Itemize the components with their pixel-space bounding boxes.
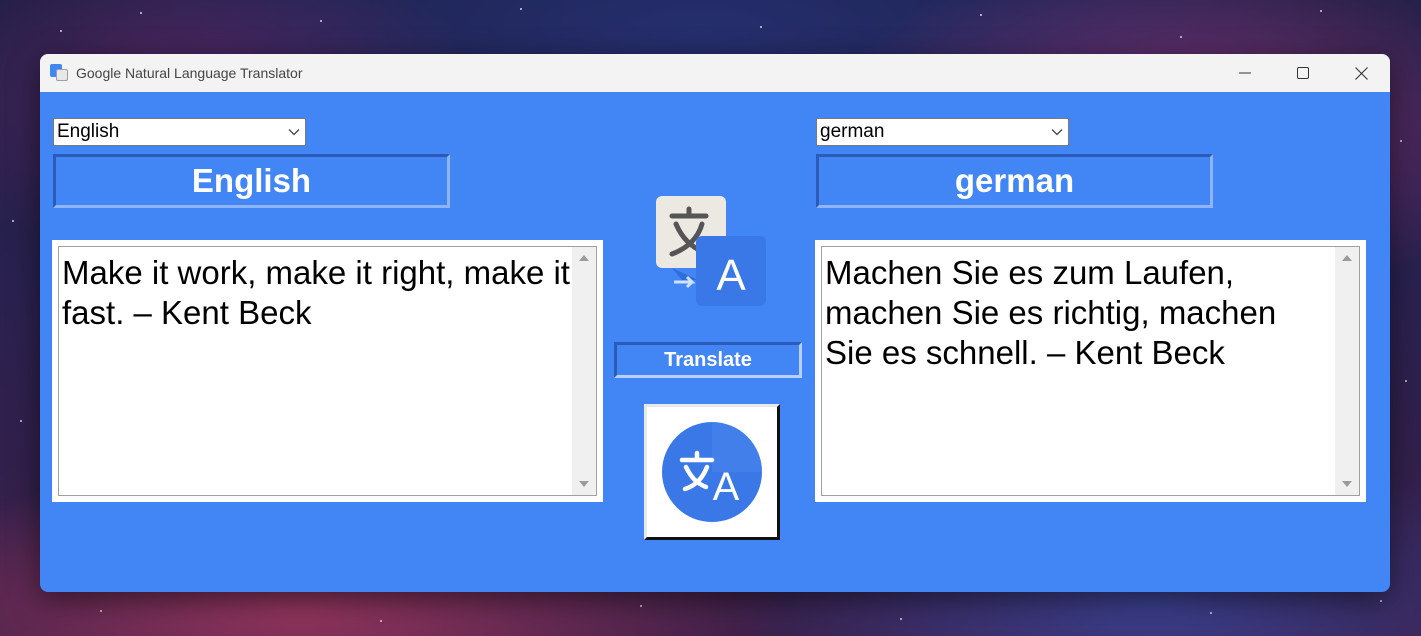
chevron-down-icon [283,119,305,145]
source-textarea[interactable]: Make it work, make it right, make it fas… [58,246,597,496]
google-translate-logo-icon: A [656,196,766,306]
source-text-frame: Make it work, make it right, make it fas… [52,240,603,502]
svg-text:A: A [716,251,746,300]
translate-logo-button[interactable]: A [644,404,780,540]
source-language-label-text: English [191,162,312,199]
window-title: Google Natural Language Translator [76,65,303,81]
translate-button-label: Translate [664,348,752,371]
source-scrollbar[interactable] [572,247,596,495]
minimize-icon [1239,72,1251,74]
translate-button[interactable]: Translate [614,342,802,378]
close-button[interactable] [1332,54,1390,92]
maximize-icon [1297,67,1309,79]
scroll-down-arrow-icon[interactable] [572,475,596,493]
svg-text:A: A [713,465,740,509]
translate-circle-icon: A [662,422,762,522]
source-text: Make it work, make it right, make it fas… [62,254,570,331]
target-language-select[interactable]: german [816,118,1069,146]
target-language-value: german [820,121,885,142]
target-text-frame: Machen Sie es zum Laufen, machen Sie es … [815,240,1366,502]
source-language-label: English [53,154,450,208]
translator-window: Google Natural Language Translator Engli… [40,54,1390,592]
target-language-label-text: german [954,162,1075,199]
maximize-button[interactable] [1274,54,1332,92]
target-scrollbar[interactable] [1335,247,1359,495]
target-textarea[interactable]: Machen Sie es zum Laufen, machen Sie es … [821,246,1360,496]
source-language-select[interactable]: English [53,118,306,146]
scroll-down-arrow-icon[interactable] [1335,475,1359,493]
google-translate-icon [50,64,68,82]
title-bar[interactable]: Google Natural Language Translator [40,54,1390,92]
source-language-value: English [57,121,120,142]
close-icon [1354,66,1368,80]
main-content: English English Make it work, make it ri… [40,92,1390,592]
window-controls [1216,54,1390,92]
minimize-button[interactable] [1216,54,1274,92]
target-text: Machen Sie es zum Laufen, machen Sie es … [825,254,1277,371]
target-language-label: german [816,154,1213,208]
scroll-up-arrow-icon[interactable] [1335,249,1359,267]
chevron-down-icon [1046,119,1068,145]
scroll-up-arrow-icon[interactable] [572,249,596,267]
